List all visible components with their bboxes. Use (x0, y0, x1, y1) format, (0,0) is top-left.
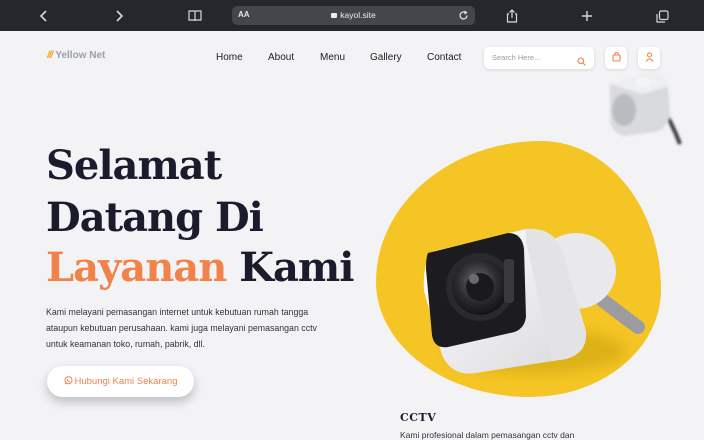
hero-title-line-2: Datang Di (46, 194, 264, 241)
search-input[interactable]: Search Here... (484, 47, 594, 69)
tabs-icon[interactable] (651, 5, 673, 27)
contact-us-label: Hubungi Kami Sekarang (74, 376, 178, 387)
nav-contact[interactable]: Contact (427, 52, 461, 63)
share-icon[interactable] (501, 5, 523, 27)
logo-text: Yellow Net (55, 50, 106, 61)
cctv-camera-image (423, 228, 645, 374)
account-button[interactable] (638, 47, 660, 69)
hero-title-accent: Layanan (46, 244, 227, 291)
reload-icon[interactable] (458, 8, 469, 26)
nav-gallery[interactable]: Gallery (370, 52, 402, 63)
service-description: Kami profesional dalam pemasangan cctv d… (400, 430, 575, 440)
bookmarks-icon[interactable] (184, 5, 206, 27)
service-title: CCTV (400, 411, 437, 424)
back-icon[interactable] (33, 5, 55, 27)
new-tab-icon[interactable] (576, 5, 598, 27)
shopping-bag-icon (611, 49, 621, 67)
site-logo[interactable]: /// Yellow Net (47, 50, 105, 61)
search-placeholder: Search Here... (492, 53, 541, 62)
hero-title-end: Kami (239, 244, 354, 291)
floating-camera-image (610, 72, 682, 145)
user-icon (645, 49, 654, 67)
search-icon (577, 53, 586, 71)
logo-mark-icon: /// (47, 50, 53, 61)
hero-description: Kami melayani pemasangan internet untuk … (46, 307, 317, 349)
hero-image-blob (376, 141, 661, 397)
browser-toolbar: AA kayol.site (0, 0, 704, 31)
cart-button[interactable] (605, 47, 627, 69)
url-text: kayol.site (340, 10, 376, 20)
nav-about[interactable]: About (268, 52, 294, 63)
lock-icon (331, 13, 338, 18)
contact-us-button[interactable]: Hubungi Kami Sekarang (47, 366, 194, 397)
address-bar[interactable]: AA kayol.site (232, 6, 475, 25)
hero-title-line-3: Layanan Kami (46, 244, 354, 291)
nav-menu[interactable]: Menu (320, 52, 345, 63)
whatsapp-icon (64, 375, 73, 388)
nav-home[interactable]: Home (216, 52, 243, 63)
hero-title-line-1: Selamat (46, 142, 222, 189)
forward-icon[interactable] (108, 5, 130, 27)
